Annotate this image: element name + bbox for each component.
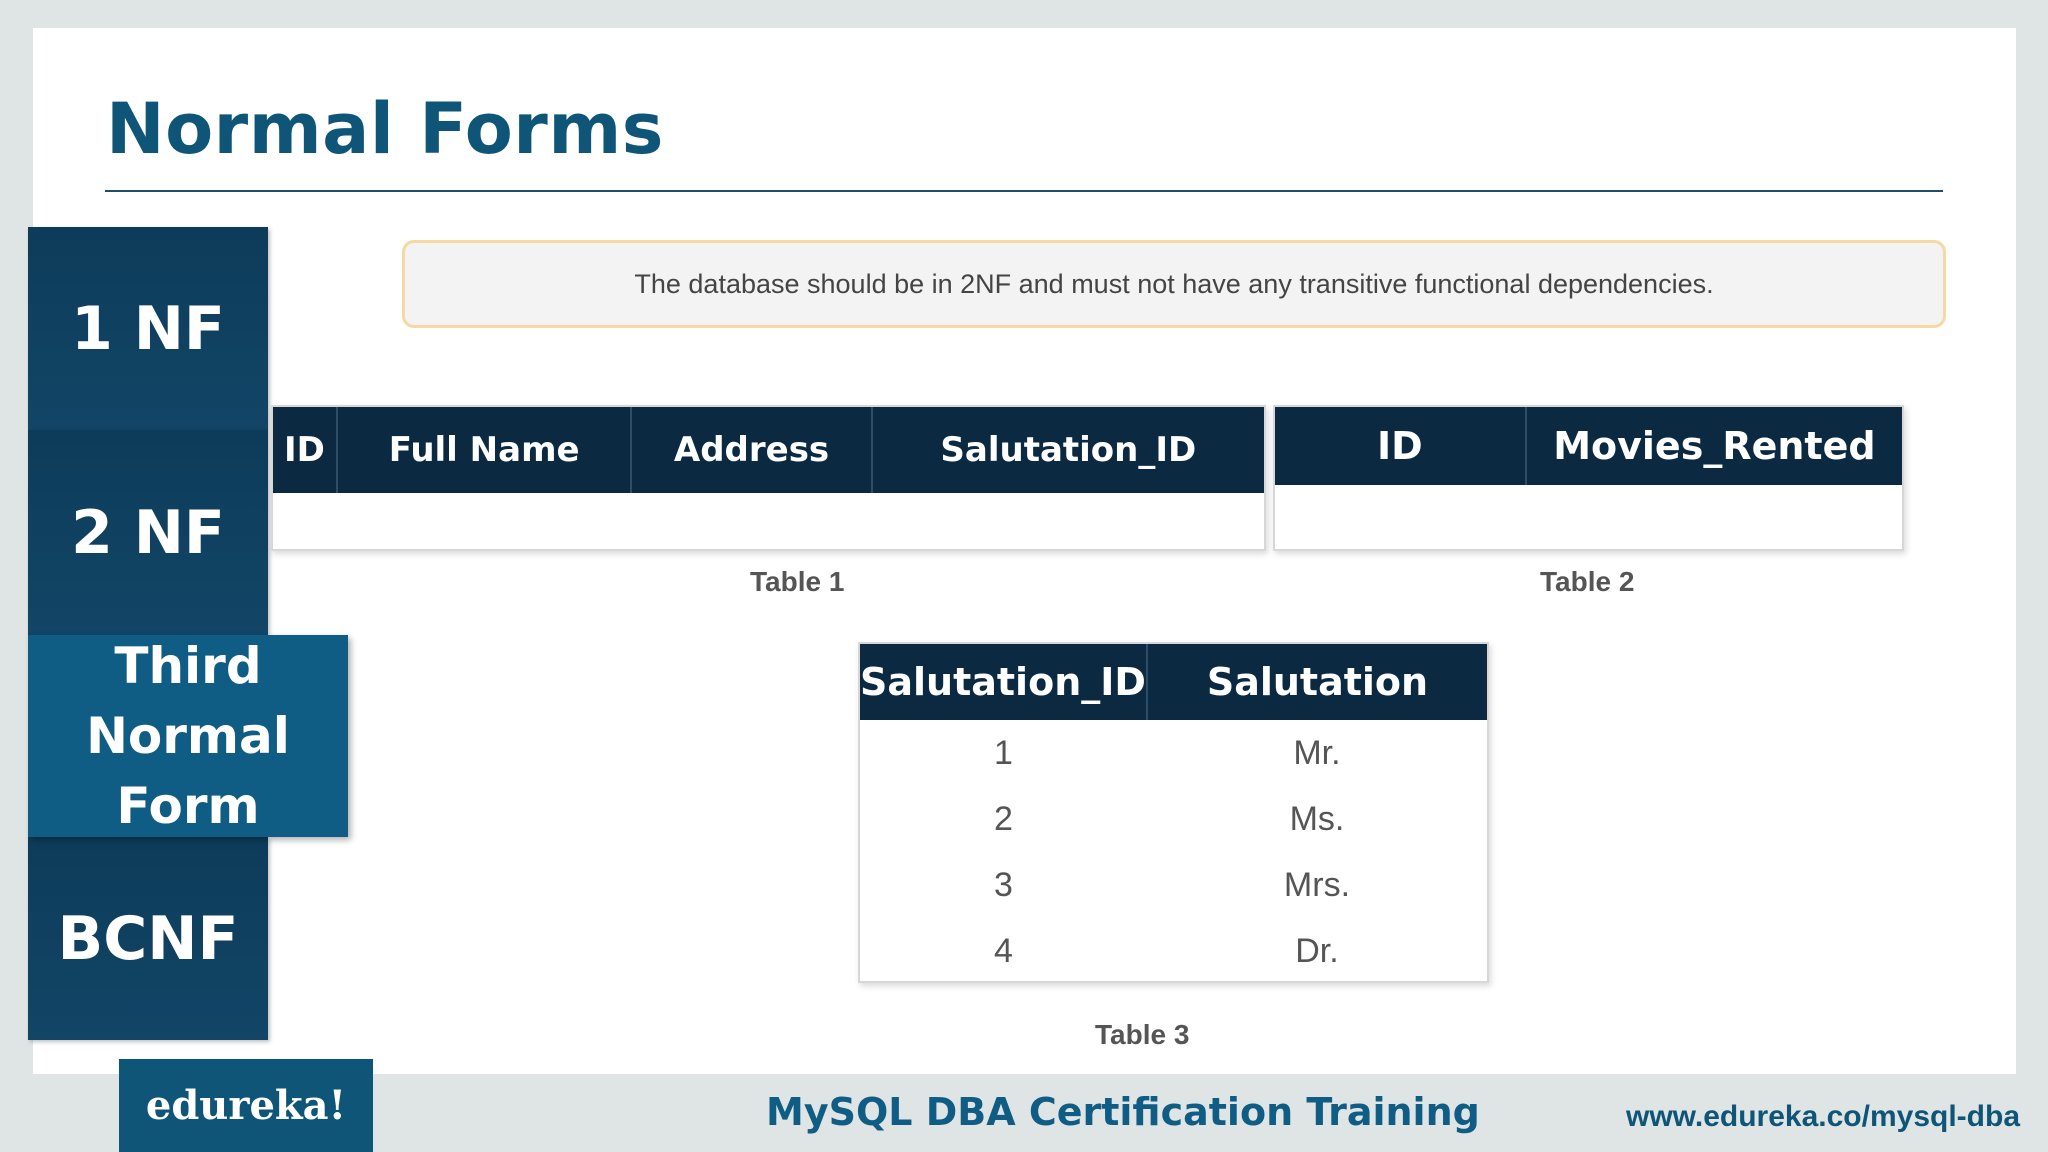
course-url[interactable]: www.edureka.co/mysql-dba xyxy=(1626,1100,2020,1134)
table-1-header-full-name: Full Name xyxy=(336,407,633,493)
table-2-header-movies-rented: Movies_Rented xyxy=(1525,407,1902,485)
table-1-header-id: ID xyxy=(273,407,338,493)
nav-item-third-normal-form[interactable]: Third Normal Form xyxy=(28,635,348,837)
table-1-header-address: Address xyxy=(631,407,873,493)
page-title: Normal Forms xyxy=(106,88,664,170)
nav-active-line2: Normal Form xyxy=(86,707,290,835)
table-cell: Mr. xyxy=(1293,733,1341,772)
table-cell: Dr. xyxy=(1295,931,1339,970)
table-cell: 3 xyxy=(994,865,1013,904)
table-2-header-id: ID xyxy=(1275,407,1527,485)
table-2: ID Movies_Rented xyxy=(1273,405,1904,551)
table-row: 2 Ms. xyxy=(860,786,1487,852)
table-cell: Mrs. xyxy=(1283,865,1351,904)
table-cell: Ms. xyxy=(1289,799,1345,838)
table-2-header-row: ID Movies_Rented xyxy=(1275,407,1902,485)
table-1-caption: Table 1 xyxy=(750,566,845,597)
table-1-header-salutation-id: Salutation_ID xyxy=(871,407,1264,493)
table-3-header-salutation: Salutation xyxy=(1146,644,1487,720)
table-row: 1 Mr. xyxy=(860,720,1487,786)
nav-item-2nf[interactable]: 2 NF xyxy=(28,430,268,635)
table-row: 4 Dr. xyxy=(860,918,1487,984)
table-cell: 2 xyxy=(994,799,1013,838)
definition-box: The database should be in 2NF and must n… xyxy=(402,240,1946,328)
title-divider xyxy=(105,190,1943,192)
table-1-header-row: ID Full Name Address Salutation_ID xyxy=(273,407,1264,493)
table-3-header-salutation-id: Salutation_ID xyxy=(860,644,1148,720)
table-3: Salutation_ID Salutation 1 Mr. 2 Ms. 3 M… xyxy=(858,642,1489,983)
table-1: ID Full Name Address Salutation_ID xyxy=(271,405,1266,551)
table-cell: 1 xyxy=(994,733,1013,772)
table-2-caption: Table 2 xyxy=(1540,566,1635,597)
table-row: 3 Mrs. xyxy=(860,852,1487,918)
course-title: MySQL DBA Certification Training xyxy=(766,1090,1480,1134)
nav-item-bcnf[interactable]: BCNF xyxy=(28,837,268,1040)
nav-active-line1: Third xyxy=(114,637,262,695)
nav-item-1nf[interactable]: 1 NF xyxy=(28,227,268,430)
table-3-header-row: Salutation_ID Salutation xyxy=(860,644,1487,720)
edureka-logo: edureka! xyxy=(119,1059,373,1152)
table-3-caption: Table 3 xyxy=(1095,1019,1190,1050)
table-cell: 4 xyxy=(994,931,1013,970)
